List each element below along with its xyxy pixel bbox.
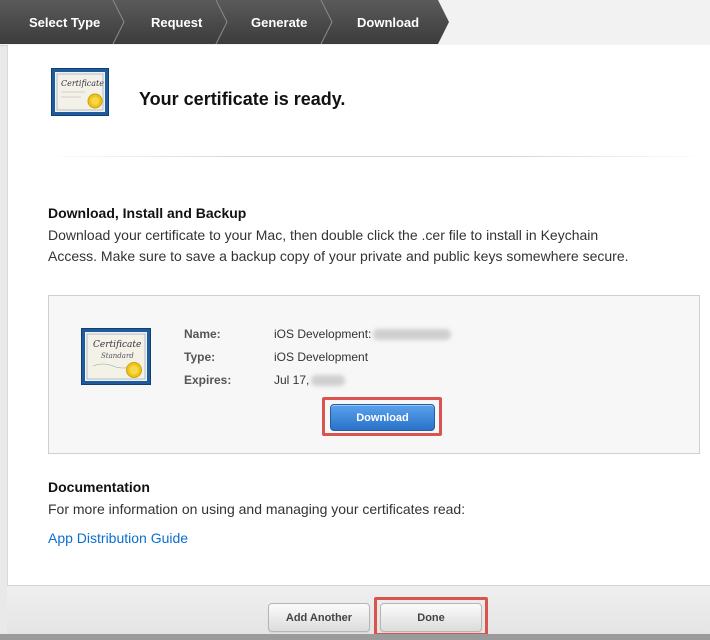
documentation-text: For more information on using and managi…: [48, 501, 466, 517]
documentation-title: Documentation: [48, 479, 150, 495]
app-distribution-guide-link[interactable]: App Distribution Guide: [48, 530, 188, 546]
step-request: Request: [151, 15, 203, 30]
certificate-icon: Certificate: [51, 68, 109, 116]
name-value-text: iOS Development:: [274, 327, 372, 341]
divider: [42, 156, 710, 157]
expires-label: Expires:: [184, 373, 232, 387]
expires-value: Jul 17,: [274, 373, 346, 387]
step-download: Download: [357, 15, 420, 30]
svg-text:Certificate: Certificate: [61, 79, 104, 88]
svg-text:Certificate: Certificate: [93, 340, 141, 350]
page-title: Your certificate is ready.: [139, 89, 346, 109]
certificate-icon: Certificate Standard: [81, 328, 151, 385]
step-select-type: Select Type: [29, 15, 101, 30]
type-label: Type:: [184, 350, 216, 364]
redacted-year: [311, 375, 346, 387]
content-panel: Certificate Your certificate is ready. D…: [7, 45, 710, 585]
backup-description-line-2: Access. Make sure to save a backup copy …: [48, 248, 629, 264]
backup-description-line-1: Download your certificate to your Mac, t…: [48, 227, 599, 243]
steps-background: [0, 0, 449, 45]
certificate-details-box: Certificate Standard Name: iOS Developme…: [48, 295, 700, 454]
name-label: Name:: [184, 327, 221, 341]
download-button[interactable]: Download: [330, 404, 435, 431]
type-value: iOS Development: [274, 350, 369, 364]
name-value: iOS Development:: [274, 327, 452, 341]
expires-value-text: Jul 17,: [274, 373, 310, 387]
done-highlight: [374, 597, 488, 636]
step-generate: Generate: [251, 15, 308, 30]
progress-steps: Select Type Request Generate Download: [0, 0, 710, 46]
add-another-button[interactable]: Add Another: [268, 603, 370, 632]
svg-text:Standard: Standard: [101, 352, 134, 360]
redacted-name: [373, 329, 452, 341]
window-bottom-edge: [0, 634, 710, 640]
backup-section-title: Download, Install and Backup: [48, 205, 247, 221]
